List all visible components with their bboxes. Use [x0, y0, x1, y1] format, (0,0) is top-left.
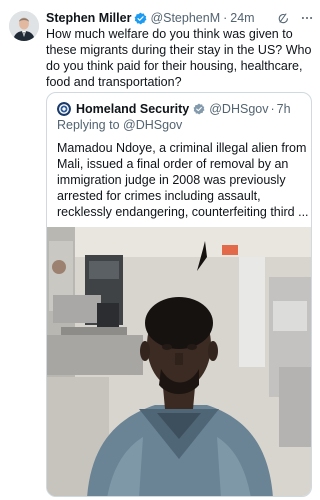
grok-icon[interactable]: [276, 11, 290, 25]
quoted-author-name[interactable]: Homeland Security: [76, 102, 189, 116]
quoted-tweet-text: Mamadou Ndoye, a criminal illegal alien …: [57, 141, 309, 219]
replying-to-label: Replying to: [57, 118, 120, 132]
replying-to: Replying to @DHSgov: [57, 118, 182, 132]
quoted-tweet[interactable]: Homeland Security @DHSgov · 7h Replying …: [46, 92, 312, 497]
dhs-seal-avatar[interactable]: [57, 102, 71, 116]
quoted-timestamp[interactable]: 7h: [277, 102, 291, 116]
quoted-separator-dot: ·: [270, 102, 275, 116]
separator-dot: ·: [223, 11, 228, 25]
tweet-text: How much welfare do you think was given …: [46, 27, 312, 89]
quoted-author-handle[interactable]: @DHSgov: [209, 102, 268, 116]
tweet-header: Stephen Miller @StephenM · 24m: [46, 9, 314, 27]
quoted-tweet-photo[interactable]: [47, 227, 311, 496]
author-handle[interactable]: @StephenM: [150, 11, 220, 25]
timestamp[interactable]: 24m: [230, 11, 254, 25]
author-name[interactable]: Stephen Miller: [46, 11, 131, 25]
more-options-icon[interactable]: [300, 11, 314, 25]
quoted-tweet-header: Homeland Security @DHSgov · 7h: [57, 100, 303, 118]
verified-badge-icon: [135, 12, 147, 24]
tweet[interactable]: Stephen Miller @StephenM · 24m How much …: [0, 0, 320, 500]
government-badge-icon: [193, 103, 205, 115]
avatar[interactable]: [9, 11, 39, 41]
replying-to-handle[interactable]: @DHSgov: [123, 118, 182, 132]
